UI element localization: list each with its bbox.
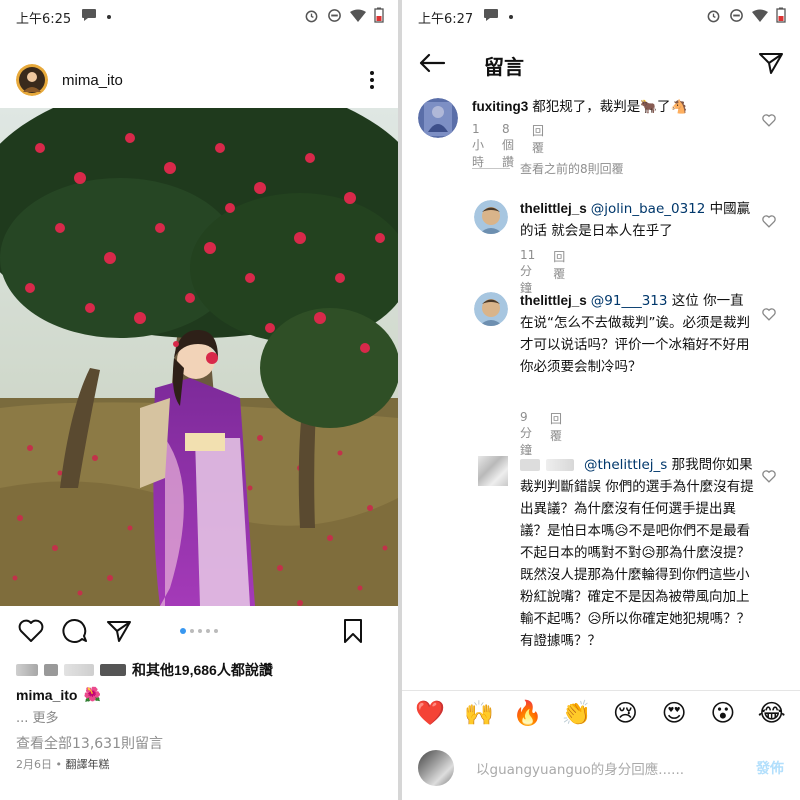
likes-count: 和其他19,686人都說讚 (132, 662, 273, 678)
page-title: 留言 (484, 54, 524, 79)
comment-username[interactable]: thelittlej_s (520, 293, 587, 308)
comment-mention[interactable]: @91___313 (591, 293, 668, 309)
blurred-name (100, 664, 126, 676)
carousel-indicator (180, 628, 218, 634)
send-icon[interactable] (758, 51, 784, 79)
post-date-line: 2月6日 • 翻譯年糕 (16, 758, 110, 771)
likes-line[interactable]: 和其他19,686人都說讚 (16, 660, 273, 680)
post-header: mima_ito (0, 60, 398, 100)
wifi-icon (350, 9, 366, 26)
reply-composer: 以guangyuanguo的身分回應...... 發佈 (402, 736, 800, 800)
status-bar: 上午6:27 (402, 0, 800, 34)
alarm-icon (706, 8, 721, 27)
carousel-dot (198, 629, 202, 633)
like-comment-heart-icon[interactable] (762, 306, 776, 321)
post-actions (16, 615, 382, 647)
blurred-avatar[interactable] (478, 456, 508, 486)
emoji-crying[interactable]: 😢 (609, 699, 641, 727)
caption-more-link[interactable]: ... 更多 (16, 707, 59, 726)
notification-dot (509, 15, 514, 19)
comment-text: 那我問你如果裁判判斷錯誤 你們的選手為什麼沒有提出異議？為什麼沒有任何選手提出異… (520, 457, 754, 649)
back-arrow-icon[interactable] (418, 53, 446, 77)
comments-screen: 上午6:27 留言 fuxiting3 都犯规了，裁判是🐂了🐴 1小時 8個讚 … (402, 0, 800, 800)
caption-username[interactable]: mima_ito (16, 687, 77, 703)
emoji-heart-eyes[interactable]: 😍 (658, 699, 690, 727)
comment-username[interactable]: thelittlej_s (520, 201, 587, 216)
view-previous-replies[interactable]: 查看之前的8則回覆 (472, 160, 624, 177)
comment-mention[interactable]: @thelittlej_s (584, 457, 667, 473)
comment-mention[interactable]: @jolin_bae_0312 (591, 201, 706, 217)
emoji-heart[interactable]: ❤️ (414, 699, 446, 727)
blurred-name (64, 664, 94, 676)
share-icon[interactable] (104, 616, 134, 646)
caption: mima_ito 🌺 (16, 686, 101, 703)
emoji-surprised[interactable]: 😮 (707, 699, 739, 727)
carousel-dot (190, 629, 194, 633)
emoji-laughing[interactable]: 😂 (756, 699, 788, 727)
bookmark-icon[interactable] (338, 616, 368, 646)
emoji-fire[interactable]: 🔥 (512, 699, 544, 727)
comment-avatar[interactable] (418, 98, 458, 138)
comments-header: 留言 (402, 42, 800, 88)
my-avatar (418, 750, 454, 786)
post-comment-button[interactable]: 發佈 (756, 758, 784, 778)
reply-button[interactable]: 回覆 (553, 248, 565, 296)
like-comment-heart-icon[interactable] (762, 213, 776, 228)
chat-bubble-icon (483, 8, 499, 26)
comment-avatar[interactable] (474, 200, 508, 234)
comment-time: 9分鐘 (520, 410, 533, 457)
post-date: 2月6日 (16, 758, 52, 771)
carousel-dot (214, 629, 218, 633)
notification-dot (107, 15, 112, 19)
post-username[interactable]: mima_ito (62, 72, 123, 89)
emoji-clap[interactable]: 👏 (561, 699, 593, 727)
comment-text: 都犯规了，裁判是🐂了🐴 (532, 99, 688, 115)
heart-icon[interactable] (16, 616, 46, 646)
dnd-icon (327, 8, 342, 27)
alarm-icon (304, 8, 319, 27)
comment-username[interactable]: fuxiting3 (472, 99, 528, 114)
chat-bubble-icon (81, 8, 97, 26)
view-all-comments-link[interactable]: 查看全部13,631則留言 (16, 733, 163, 753)
avatar[interactable] (16, 64, 48, 96)
wifi-icon (752, 9, 768, 26)
like-comment-heart-icon[interactable] (762, 468, 776, 483)
status-time: 上午6:27 (418, 11, 474, 27)
caption-emoji: 🌺 (83, 686, 101, 702)
carousel-dot (180, 628, 186, 634)
translate-link[interactable]: 翻譯年糕 (65, 758, 109, 771)
comment-avatar[interactable] (474, 292, 508, 326)
blurred-name (44, 664, 58, 676)
post-screen: 上午6:25 mima_ito 和其他19,686人都說讚 mima_ito 🌺… (0, 0, 398, 800)
reply-input[interactable]: 以guangyuanguo的身分回應...... (476, 758, 756, 778)
status-bar: 上午6:25 (0, 0, 398, 34)
post-photo[interactable] (0, 108, 398, 606)
blurred-name (520, 459, 540, 471)
view-previous-replies-label: 查看之前的8則回覆 (520, 162, 624, 176)
quick-emoji-bar: ❤️ 🙌 🔥 👏 😢 😍 😮 😂 (402, 690, 800, 734)
battery-icon (374, 7, 384, 27)
like-comment-heart-icon[interactable] (762, 112, 776, 127)
comment-icon[interactable] (60, 616, 90, 646)
reply-button[interactable]: 回覆 (550, 410, 562, 458)
comment-time: 11分鐘 (520, 248, 536, 295)
emoji-raised-hands[interactable]: 🙌 (463, 699, 495, 727)
blurred-name (546, 459, 574, 471)
status-time: 上午6:25 (16, 11, 72, 27)
blurred-avatar (16, 664, 38, 676)
battery-icon (776, 7, 786, 27)
more-options-button[interactable] (362, 66, 382, 94)
carousel-dot (206, 629, 210, 633)
divider-line (472, 168, 510, 169)
dnd-icon (729, 8, 744, 27)
